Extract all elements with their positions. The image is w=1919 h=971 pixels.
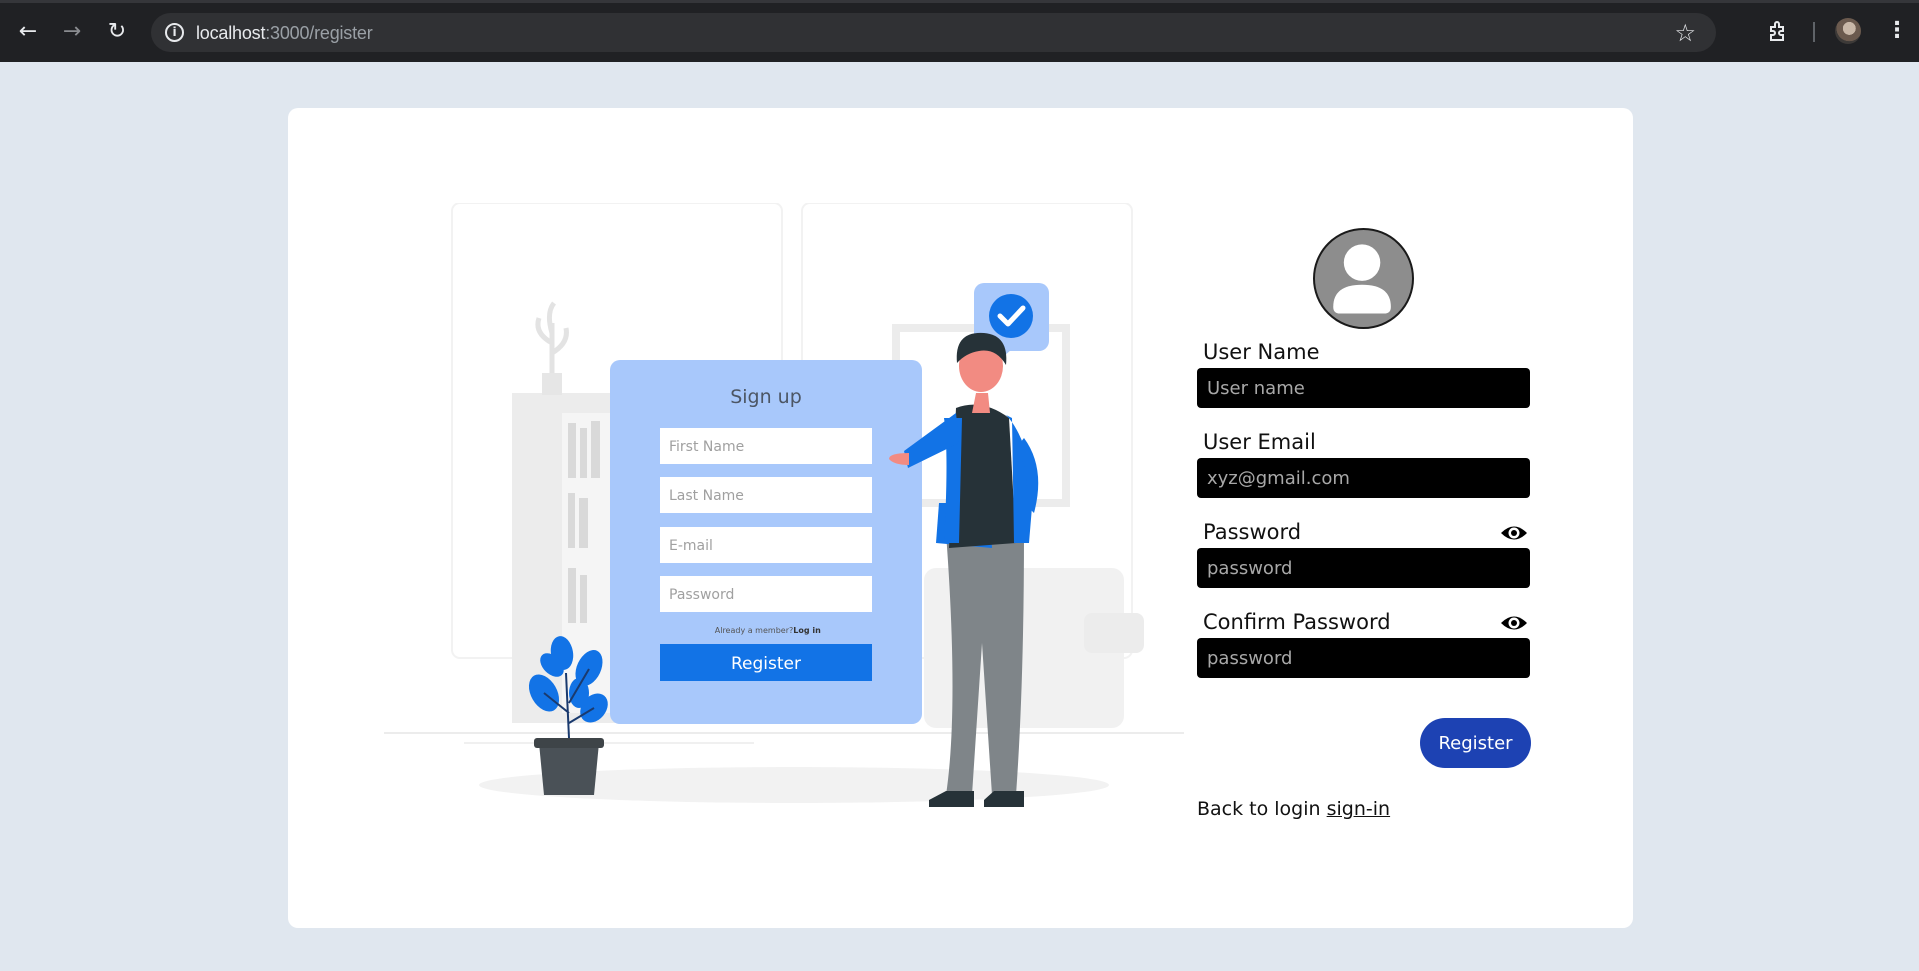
back-to-login: Back to login sign-in (1197, 798, 1390, 820)
profile-avatar[interactable] (1835, 18, 1861, 44)
extensions-icon[interactable] (1767, 19, 1791, 43)
user-avatar-icon (1313, 228, 1414, 329)
username-label: User Name (1203, 340, 1320, 364)
signup-illustration: Sign up First Name Last Name E-mail Pass… (384, 203, 1184, 807)
address-bar[interactable]: i localhost:3000/register ☆ (151, 13, 1716, 52)
menu-icon[interactable]: ⋮ (1886, 18, 1908, 44)
illus-field: Last Name (669, 488, 744, 504)
star-icon[interactable]: ☆ (1674, 19, 1696, 47)
email-label: User Email (1203, 430, 1316, 454)
signin-link[interactable]: sign-in (1327, 798, 1390, 820)
illus-login-link: Log in (793, 626, 821, 635)
illus-field: E-mail (669, 538, 713, 554)
forward-arrow-icon[interactable]: → (59, 19, 85, 45)
info-icon[interactable]: i (165, 23, 184, 42)
confirm-password-label: Confirm Password (1203, 610, 1391, 634)
illus-title: Sign up (730, 386, 802, 408)
back-arrow-icon[interactable]: ← (15, 19, 41, 45)
illus-register: Register (731, 654, 801, 674)
username-input[interactable] (1197, 368, 1530, 408)
show-confirm-password-eye-icon[interactable] (1499, 613, 1529, 633)
browser-toolbar: ← → ↻ i localhost:3000/register ☆ ⋮ (0, 0, 1919, 62)
illus-member-text: Already a member? (715, 626, 793, 635)
password-label: Password (1203, 520, 1302, 544)
register-button[interactable]: Register (1420, 718, 1531, 768)
toolbar-divider (1813, 22, 1815, 42)
url-host: localhost (196, 23, 266, 43)
reload-icon[interactable]: ↻ (104, 19, 130, 45)
url-path: :3000/register (265, 23, 373, 43)
illus-field: Password (669, 587, 734, 603)
tab-strip-edge (0, 0, 1919, 3)
back-to-login-text: Back to login (1197, 798, 1321, 820)
confirm-password-input[interactable] (1197, 638, 1530, 678)
password-input[interactable] (1197, 548, 1530, 588)
illus-field: First Name (669, 439, 744, 455)
email-input[interactable] (1197, 458, 1530, 498)
url-text[interactable]: localhost:3000/register (196, 23, 373, 44)
show-password-eye-icon[interactable] (1499, 523, 1529, 543)
register-card: Sign up First Name Last Name E-mail Pass… (288, 108, 1633, 928)
